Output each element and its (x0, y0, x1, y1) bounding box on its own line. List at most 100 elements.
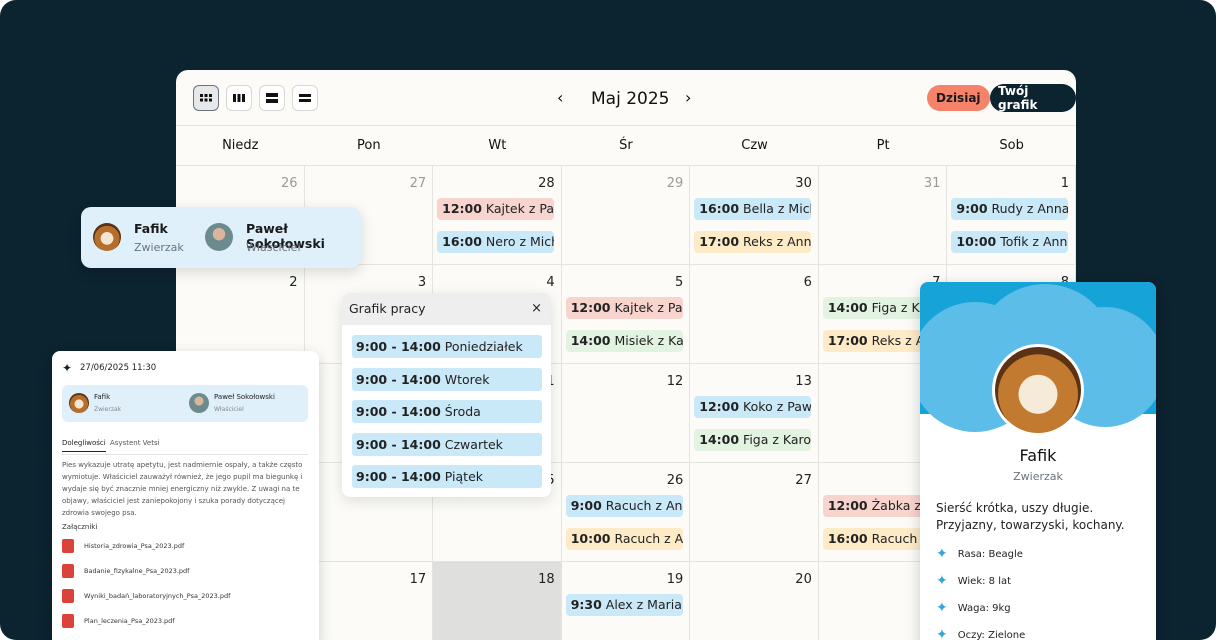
app-background: ‹ Maj 2025 › Dzisiaj Twój grafik Niedz P… (0, 0, 1216, 640)
slot-time: 9:00 - 14:00 (356, 469, 441, 484)
calendar-event[interactable]: 17:00 Reks z Anna... (694, 231, 812, 253)
calendar-event[interactable]: 9:30 Alex z Marian... (565, 594, 683, 616)
event-title: Bella z Micha... (743, 201, 811, 216)
month-view-button[interactable] (193, 85, 219, 111)
calendar-event[interactable]: 9:00 Rudy z Anna S... (951, 198, 1069, 220)
calendar-day-cell[interactable]: 2 (176, 265, 305, 364)
schedule-slot[interactable]: 9:00 - 14:00 Czwartek (352, 433, 542, 456)
calendar-event[interactable]: 10:00 Tofik z Anna... (951, 231, 1069, 253)
day-number: 28 (538, 176, 555, 191)
day-number: 1 (1060, 176, 1069, 191)
week-view-button[interactable] (226, 85, 252, 111)
event-time: 9:00 (570, 498, 602, 513)
event-title: Kajtek z Paw... (614, 300, 683, 315)
weekday-label: Śr (619, 138, 633, 153)
calendar-event[interactable]: 16:00 Bella z Micha... (694, 198, 812, 220)
day-view-button[interactable] (259, 85, 285, 111)
owner-avatar (189, 393, 209, 413)
calendar-day-cell[interactable]: 26 9:00 Racuch z Ann... 10:00 Racuch z An.… (561, 463, 691, 562)
event-title: Nero z Micha... (485, 234, 554, 249)
calendar-event[interactable]: 12:00 Koko z Pawe... (694, 396, 812, 418)
visit-description: Pies wykazuje utratę apetytu, jest nadmi… (62, 461, 303, 517)
tab-assistant[interactable]: Asystent Vetsi (110, 439, 160, 447)
calendar-day-cell[interactable]: 27 (690, 463, 819, 562)
attachment-file[interactable]: Plan_leczenia_Psa_2023.pdf (62, 614, 175, 628)
attribute-text: Waga: 9kg (957, 602, 1011, 614)
pdf-icon (62, 564, 74, 578)
calendar-day-cell[interactable]: 30 16:00 Bella z Micha... 17:00 Reks z Ann… (690, 166, 819, 265)
next-month-icon[interactable]: › (685, 88, 691, 107)
slot-time: 9:00 - 14:00 (356, 404, 441, 419)
attribute-text: Oczy: Zielone (957, 629, 1026, 640)
pet-attribute: ✦ Wiek: 8 lat (936, 573, 1011, 589)
day-number: 12 (666, 374, 684, 389)
pet-photo (992, 344, 1084, 436)
close-icon[interactable]: × (531, 301, 542, 316)
event-title: Racuch z An... (614, 531, 683, 546)
prev-month-icon[interactable]: ‹ (557, 88, 563, 107)
pet-role: Zwierzak (134, 241, 184, 254)
work-schedule-title: Grafik pracy (349, 301, 426, 316)
calendar-day-cell[interactable]: 5 12:00 Kajtek z Paw... 14:00 Misiek z Kar… (561, 265, 691, 364)
event-time: 12:00 (827, 498, 868, 513)
visit-tabs: Dolegliwości Asystent Vetsi (62, 435, 308, 455)
calendar-event[interactable]: 14:00 Misiek z Karo... (565, 330, 683, 352)
sparkle-icon: ✦ (936, 546, 948, 562)
day-number: 3 (417, 275, 427, 290)
pet-name: Fafik (94, 393, 111, 401)
calendar-day-cell[interactable]: 29 (561, 166, 691, 265)
calendar-day-cell[interactable]: 6 (690, 265, 819, 364)
day-number: 17 (409, 572, 427, 587)
day-number: 26 (281, 176, 298, 191)
calendar-event[interactable]: 14:00 Figa z Karolin... (694, 429, 812, 451)
your-schedule-button[interactable]: Twój grafik (990, 84, 1076, 112)
visit-detail-card: ✦ 27/06/2025 11:30 Fafik Zwierzak Paweł … (52, 351, 319, 640)
calendar-event[interactable]: 10:00 Racuch z An... (565, 528, 683, 550)
owner-name: Paweł Sokołowski (214, 393, 275, 401)
attachment-file[interactable]: Badanie_fizykalne_Psa_2023.pdf (62, 564, 189, 578)
calendar-day-cell[interactable]: 19 9:30 Alex z Marian... (562, 562, 691, 640)
day-number: 20 (795, 572, 812, 587)
pdf-icon (62, 614, 74, 628)
owner-role: Właściciel (246, 241, 301, 254)
file-name: Wyniki_badań_laboratoryjnych_Psa_2023.pd… (84, 592, 231, 600)
rows-icon (266, 93, 278, 103)
calendar-event[interactable]: 12:00 Kajtek z Paw... (565, 297, 683, 319)
event-time: 12:00 (699, 399, 740, 414)
slot-day: Piątek (444, 469, 483, 484)
today-button[interactable]: Dzisiaj (927, 85, 990, 111)
calendar-event[interactable]: 9:00 Racuch z Ann... (565, 495, 683, 517)
calendar-day-cell[interactable]: 20 (690, 562, 819, 640)
attribute-text: Wiek: 8 lat (957, 575, 1012, 587)
attachment-file[interactable]: Historia_zdrowia_Psa_2023.pdf (62, 539, 184, 553)
month-label: Maj 2025 (591, 89, 670, 109)
pet-role: Zwierzak (1013, 470, 1063, 483)
pet-avatar (93, 223, 121, 251)
calendar-day-cell[interactable]: 28 12:00 Kajtek z Paw... 16:00 Nero z Mich… (433, 166, 562, 265)
list-view-button[interactable] (292, 85, 318, 111)
attachments-label: Załączniki (62, 523, 98, 531)
schedule-slot[interactable]: 9:00 - 14:00 Piątek (352, 465, 542, 488)
schedule-slot[interactable]: 9:00 - 14:00 Wtorek (352, 368, 542, 391)
calendar-day-cell[interactable]: 18 (433, 562, 562, 640)
calendar-day-cell[interactable]: 17 (305, 562, 434, 640)
day-number: 26 (666, 473, 684, 488)
tab-complaints[interactable]: Dolegliwości (62, 439, 106, 452)
owner-role: Właściciel (214, 406, 244, 413)
weekday-label: Sob (999, 138, 1024, 153)
owner-card[interactable]: Fafik Zwierzak Paweł Sokołowski Właścici… (81, 207, 361, 268)
calendar-day-cell[interactable]: 13 12:00 Koko z Pawe... 14:00 Figa z Karol… (690, 364, 819, 463)
calendar-event[interactable]: 16:00 Nero z Micha... (437, 231, 555, 253)
calendar-day-cell[interactable]: 31 (818, 166, 948, 265)
attachment-file[interactable]: Wyniki_badań_laboratoryjnych_Psa_2023.pd… (62, 589, 230, 603)
schedule-slot[interactable]: 9:00 - 14:00 Środa (352, 400, 542, 423)
day-number: 5 (674, 275, 684, 290)
calendar-event[interactable]: 12:00 Kajtek z Paw... (437, 198, 555, 220)
calendar-day-cell[interactable]: 12 (561, 364, 691, 463)
schedule-slot[interactable]: 9:00 - 14:00 Poniedziałek (352, 335, 542, 358)
slot-day: Środa (444, 404, 481, 419)
event-time: 12:00 (442, 201, 482, 216)
weekday-label: Czw (741, 138, 768, 153)
weekday-label: Niedz (222, 138, 259, 153)
calendar-day-cell[interactable]: 1 9:00 Rudy z Anna S... 10:00 Tofik z Anna… (947, 166, 1076, 265)
